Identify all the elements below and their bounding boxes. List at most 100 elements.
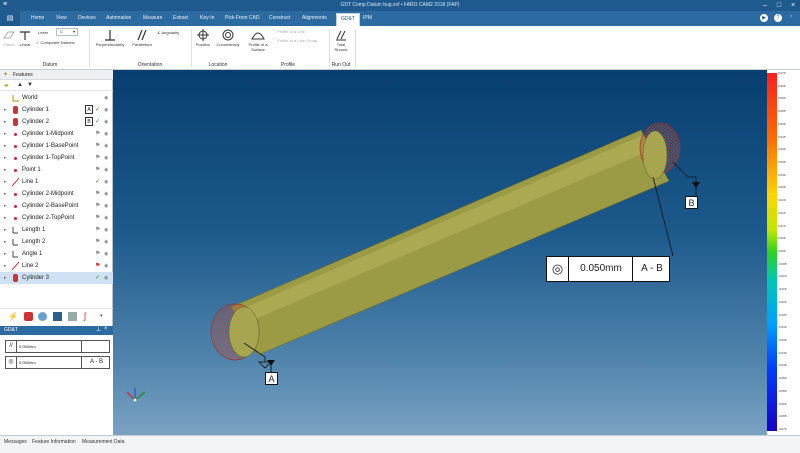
maximize-icon[interactable]: □ (772, 0, 786, 11)
visibility-icon[interactable]: ◉ (104, 179, 108, 185)
visibility-icon[interactable]: ◉ (104, 95, 108, 101)
feature-row[interactable]: ▸ Angle 1 ⚑ ◉ (0, 248, 113, 260)
shape-icon[interactable] (24, 312, 33, 321)
close-icon[interactable]: × (786, 0, 800, 11)
datum-letter-select[interactable]: C ▾ (56, 28, 78, 36)
feature-row[interactable]: ▸ Cylinder 2 B ✓ ◉ (0, 116, 113, 128)
feature-row[interactable]: ▸ Cylinder 1 A ✓ ◉ (0, 104, 113, 116)
expand-icon[interactable]: ▸ (4, 275, 7, 281)
tab-view[interactable]: View (56, 15, 67, 21)
tab-measurement-data[interactable]: Measurement Data (82, 439, 125, 445)
expand-icon[interactable]: ▸ (4, 215, 7, 221)
expand-icon[interactable]: ▸ (4, 131, 7, 137)
feature-row[interactable]: ▸ Length 2 ⚑ ◉ (0, 236, 113, 248)
position-button[interactable]: Position (193, 29, 213, 47)
move-up-icon[interactable]: ▲ (17, 82, 23, 88)
datum-b-label[interactable]: B (685, 196, 698, 209)
feature-row[interactable]: World ◉ (0, 92, 113, 104)
expand-icon[interactable]: ▸ (4, 179, 7, 185)
feature-control-frame[interactable]: ◎ 0.050mm A - B (546, 256, 670, 282)
gdt-row[interactable]: // 0.050mm (5, 340, 110, 353)
expand-icon[interactable]: ▸ (4, 263, 7, 269)
composite-datums-button[interactable]: ✓ Composite Datums (36, 40, 74, 45)
visibility-icon[interactable]: ◉ (104, 203, 108, 209)
parallelism-button[interactable]: Parallelism (128, 29, 156, 47)
feature-row[interactable]: ▸ Cylinder 1-Midpoint ⚑ ◉ (0, 128, 113, 140)
tab-extract[interactable]: Extract (173, 15, 189, 21)
play-icon[interactable]: ▶ (760, 14, 768, 22)
pin-icon[interactable]: ⊥ (96, 326, 101, 333)
angularity-button[interactable]: ∠ Angularity (157, 30, 179, 35)
feature-row[interactable]: ▸ Point 1 ⚑ ◉ (0, 164, 113, 176)
folder-icon[interactable]: ▰ (4, 82, 9, 89)
axis-triad-icon[interactable] (126, 388, 146, 402)
expand-icon[interactable]: ▸ (4, 239, 7, 245)
profile-of-line-button[interactable]: ⌒ Profile of a Line (272, 29, 305, 34)
tab-construct[interactable]: Construct (269, 15, 290, 21)
minimize-icon[interactable]: – (758, 0, 772, 11)
visibility-icon[interactable]: ◉ (104, 119, 108, 125)
tab-measure[interactable]: Measure (143, 15, 162, 21)
scan-icon[interactable] (38, 312, 47, 321)
tab-automation[interactable]: Automation (106, 15, 131, 21)
feature-row[interactable]: ▸ Line 2 ⚑ ◉ (0, 260, 113, 272)
visibility-icon[interactable]: ◉ (104, 275, 108, 281)
tab-pick-from-cad[interactable]: Pick From CAD (225, 15, 259, 21)
tab-ipm[interactable]: IPM (363, 15, 372, 21)
help-icon[interactable]: ? (774, 14, 782, 22)
gdt-row[interactable]: ◎ 0.050mm A - B (5, 356, 110, 369)
cube-icon[interactable] (53, 312, 62, 321)
linear-datum-button[interactable]: Linear (18, 29, 32, 47)
tab-messages[interactable]: Messages (4, 439, 27, 445)
visibility-icon[interactable]: ◉ (104, 263, 108, 269)
visibility-icon[interactable]: ◉ (104, 251, 108, 257)
expand-icon[interactable]: ▸ (4, 251, 7, 257)
feature-row[interactable]: ▸ Line 1 ✓ ◉ (0, 176, 113, 188)
tab-home[interactable]: Home (31, 15, 44, 21)
3d-viewport[interactable]: A B ◎ 0.050mm A - B (113, 70, 767, 435)
perpendicularity-button[interactable]: Perpendicularity (92, 29, 128, 47)
more-icon[interactable]: ▾ (100, 313, 103, 319)
concentricity-button[interactable]: Concentricity (214, 29, 242, 47)
feature-row[interactable]: ▸ Cylinder 3 ✓ ◉ (0, 272, 113, 284)
feature-row[interactable]: ▸ Cylinder 2-BasePoint ⚑ ◉ (0, 200, 113, 212)
surface-icon[interactable] (68, 312, 77, 321)
expand-icon[interactable]: ▸ (4, 119, 7, 125)
feature-row[interactable]: ▸ Length 1 ⚑ ◉ (0, 224, 113, 236)
tab-alignments[interactable]: Alignments (302, 15, 327, 21)
feature-row[interactable]: ▸ Cylinder 1-BasePoint ⚑ ◉ (0, 140, 113, 152)
visibility-icon[interactable]: ◉ (104, 143, 108, 149)
profile-of-line-group-button[interactable]: ⌒ Profile of a Line Group (272, 38, 317, 43)
visibility-icon[interactable]: ◉ (104, 131, 108, 137)
feature-row[interactable]: ▸ Cylinder 2-TopPoint ⚑ ◉ (0, 212, 113, 224)
expand-icon[interactable]: ▸ (4, 203, 7, 209)
datum-a-label[interactable]: A (265, 372, 278, 385)
expand-icon[interactable]: ▸ (4, 191, 7, 197)
feature-row[interactable]: ▸ Cylinder 2-Midpoint ⚑ ◉ (0, 188, 113, 200)
expand-icon[interactable]: ▸ (4, 143, 7, 149)
magic-icon[interactable]: ⚡ (8, 312, 18, 321)
expand-icon[interactable]: ▸ (4, 167, 7, 173)
expand-ribbon-icon[interactable]: ⌃ (787, 14, 795, 22)
tab-devices[interactable]: Devices (78, 15, 96, 21)
planar-datum-button[interactable]: Planar (2, 29, 16, 47)
expand-icon[interactable]: ▸ (4, 227, 7, 233)
tab-gdt[interactable]: GD&T (336, 13, 360, 26)
curve-icon[interactable]: ʃ (84, 311, 86, 321)
move-down-icon[interactable]: ▼ (27, 82, 33, 88)
expand-icon[interactable]: ▸ (4, 155, 7, 161)
profile-of-surface-button[interactable]: Profile of a Surface (244, 29, 272, 52)
tab-feature-information[interactable]: Feature Information (32, 439, 76, 445)
visibility-icon[interactable]: ◉ (104, 191, 108, 197)
tab-key-in[interactable]: Key-In (200, 15, 214, 21)
total-runout-button[interactable]: Total Runout (330, 29, 352, 52)
visibility-icon[interactable]: ◉ (104, 215, 108, 221)
visibility-icon[interactable]: ◉ (104, 107, 108, 113)
visibility-icon[interactable]: ◉ (104, 227, 108, 233)
visibility-icon[interactable]: ◉ (104, 167, 108, 173)
feature-row[interactable]: ▸ Cylinder 1-TopPoint ⚑ ◉ (0, 152, 113, 164)
close-panel-icon[interactable]: × (104, 326, 108, 332)
visibility-icon[interactable]: ◉ (104, 239, 108, 245)
visibility-icon[interactable]: ◉ (104, 155, 108, 161)
file-menu-icon[interactable]: ▤ (0, 11, 20, 26)
